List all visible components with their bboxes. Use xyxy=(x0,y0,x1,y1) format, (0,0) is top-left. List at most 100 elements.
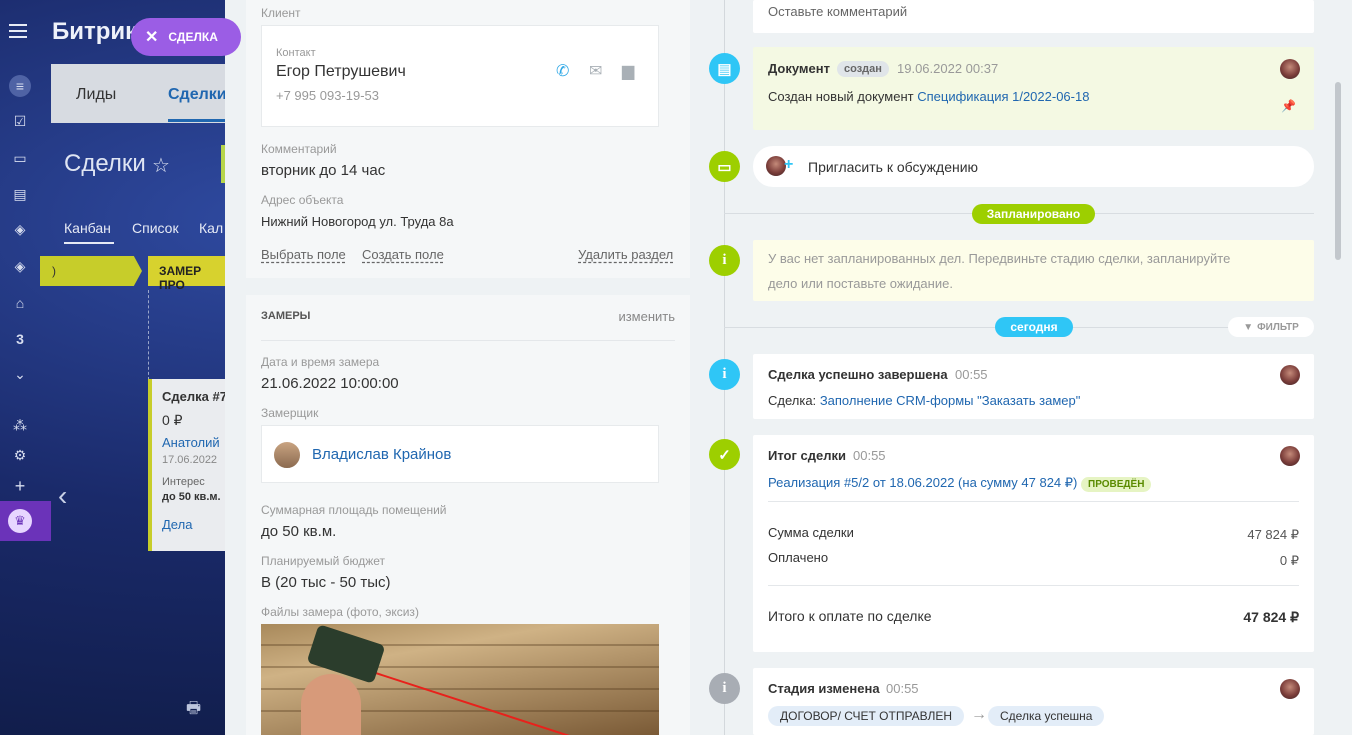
doc-badge: создан xyxy=(837,59,889,77)
planned-pill: Запланировано xyxy=(972,204,1095,224)
sum-value: 47 824 ₽ xyxy=(1247,527,1299,542)
invite-text[interactable]: Пригласить к обсуждению xyxy=(808,159,978,175)
kanban-card[interactable]: Сделка #7 0 ₽ Анатолий 17.06.2022 Интере… xyxy=(148,379,228,551)
phone-icon[interactable]: ✆ xyxy=(556,61,569,81)
delete-section-link[interactable]: Удалить раздел xyxy=(578,247,673,262)
deal-slider: Клиент Контакт Егор Петрушевич +7 995 09… xyxy=(225,0,1352,735)
scrollbar[interactable] xyxy=(1333,0,1345,735)
sum-label: Сумма сделки xyxy=(768,525,854,540)
view-list[interactable]: Список xyxy=(132,220,179,236)
datetime-value: 21.06.2022 10:00:00 xyxy=(261,375,399,392)
chat-icon[interactable]: ▭ xyxy=(9,147,31,169)
avatar[interactable] xyxy=(1280,365,1300,385)
avatar[interactable] xyxy=(1280,59,1300,79)
deal-chip[interactable]: ✕ СДЕЛКА xyxy=(131,18,241,56)
chevron-down-icon[interactable]: ⌄ xyxy=(9,363,31,385)
view-active-underline xyxy=(64,242,114,244)
view-calendar[interactable]: Кал xyxy=(199,220,223,236)
area-value: до 50 кв.м. xyxy=(261,523,337,540)
page-title: Сделки xyxy=(64,150,146,177)
message-icon[interactable]: ▆ xyxy=(622,61,634,81)
comment-placeholder[interactable]: Оставьте комментарий xyxy=(768,4,907,19)
comment-box[interactable]: Оставьте комментарий xyxy=(753,0,1314,33)
avatar[interactable] xyxy=(1280,679,1300,699)
done-title: Сделка успешно завершена xyxy=(768,367,948,382)
laser-device xyxy=(306,624,386,684)
crown-button[interactable]: ♛ xyxy=(0,501,51,541)
section-divider xyxy=(261,340,675,341)
card-title[interactable]: Сделка #7 xyxy=(162,389,228,404)
printer-icon[interactable]: 🖶 xyxy=(186,697,201,724)
kanban-stage-measure[interactable]: ЗАМЕР ПРО xyxy=(148,256,226,292)
menu-icon[interactable] xyxy=(9,24,27,38)
box-icon[interactable]: ◈ xyxy=(9,255,31,277)
comment-value: вторник до 14 час xyxy=(261,162,386,179)
measurer-card[interactable]: Владислав Крайнов xyxy=(261,425,659,483)
create-field-link[interactable]: Создать поле xyxy=(362,247,444,262)
card-sum: 0 ₽ xyxy=(162,412,183,428)
timeline-column: Оставьте комментарий ▤ Документ создан 1… xyxy=(708,0,1324,735)
tab-deals[interactable]: Сделки xyxy=(168,86,227,104)
arrow-right-icon: → xyxy=(971,706,987,723)
info-icon: i xyxy=(709,245,740,276)
budget-label: Планируемый бюджет xyxy=(261,554,386,568)
close-icon[interactable]: ✕ xyxy=(145,27,158,47)
doc-link[interactable]: Спецификация 1/2022-06-18 xyxy=(917,89,1089,104)
result-link[interactable]: Реализация #5/2 от 18.06.2022 (на сумму … xyxy=(768,475,1077,490)
nav-number[interactable]: 3 xyxy=(9,328,31,350)
building-icon[interactable]: ⌂ xyxy=(9,292,31,314)
contact-phone[interactable]: +7 995 093-19-53 xyxy=(276,88,379,103)
avatar xyxy=(766,156,786,176)
laser-line xyxy=(350,664,656,735)
measurement-photo[interactable] xyxy=(261,624,659,735)
today-pill: сегодня xyxy=(995,317,1073,337)
gear-icon[interactable]: ⚙ xyxy=(9,444,31,466)
tasks-icon[interactable]: ☑ xyxy=(9,110,31,132)
comment-icon: ▭ xyxy=(709,151,740,182)
mail-icon[interactable]: ✉ xyxy=(589,61,602,81)
filter-button[interactable]: ▼ ФИЛЬТР xyxy=(1228,317,1314,337)
files-label: Файлы замера (фото, эксиз) xyxy=(261,605,419,619)
client-section: Клиент Контакт Егор Петрушевич +7 995 09… xyxy=(246,0,690,278)
total-value: 47 824 ₽ xyxy=(1243,609,1299,625)
document-event: Документ создан 19.06.2022 00:37 Создан … xyxy=(753,47,1314,130)
divider xyxy=(768,585,1299,586)
total-label: Итого к оплате по сделке xyxy=(768,608,932,624)
view-kanban[interactable]: Канбан xyxy=(64,220,111,236)
chevron-left-icon[interactable]: ‹ xyxy=(58,480,67,512)
box-icon[interactable]: ◈ xyxy=(9,218,31,240)
card-contact[interactable]: Анатолий xyxy=(162,435,228,450)
invite-box[interactable]: + Пригласить к обсуждению xyxy=(753,146,1314,187)
plus-icon: + xyxy=(784,156,794,173)
doc-time: 19.06.2022 00:37 xyxy=(897,61,999,76)
contact-card-icon[interactable]: ▤ xyxy=(9,183,31,205)
info-icon: i xyxy=(709,359,740,390)
choose-field-link[interactable]: Выбрать поле xyxy=(261,247,346,262)
kanban-stage[interactable]: ) xyxy=(40,256,142,286)
pin-icon[interactable]: 📌 xyxy=(1281,99,1296,113)
area-label: Суммарная площадь помещений xyxy=(261,503,447,517)
star-icon[interactable]: ☆ xyxy=(152,153,170,178)
zamery-edit-link[interactable]: изменить xyxy=(618,309,675,324)
result-badge: ПРОВЕДЁН xyxy=(1081,477,1152,492)
deal-result-event: Итог сделки 00:55 Реализация #5/2 от 18.… xyxy=(753,435,1314,652)
left-nav: ≡ ☑ ▭ ▤ ◈ ◈ ⌂ 3 ⌄ ⁂ ⚙ + xyxy=(0,0,40,735)
filter-icon: ▼ xyxy=(1243,321,1254,333)
card-tasks[interactable]: Дела xyxy=(162,517,228,532)
avatar xyxy=(272,440,302,470)
address-value: Нижний Новогород ул. Труда 8а xyxy=(261,214,454,229)
left-column: Клиент Контакт Егор Петрушевич +7 995 09… xyxy=(246,0,690,735)
plus-icon[interactable]: + xyxy=(9,475,31,497)
filter-icon[interactable]: ≡ xyxy=(9,75,31,97)
avatar[interactable] xyxy=(1280,446,1300,466)
sitemap-icon[interactable]: ⁂ xyxy=(9,414,31,436)
contact-name[interactable]: Егор Петрушевич xyxy=(276,63,406,81)
scrollbar-thumb[interactable] xyxy=(1335,82,1341,260)
stage-from: ДОГОВОР/ СЧЕТ ОТПРАВЛЕН xyxy=(768,706,965,726)
result-line: Реализация #5/2 от 18.06.2022 (на сумму … xyxy=(768,475,1152,492)
tab-leads[interactable]: Лиды xyxy=(76,86,116,104)
done-link[interactable]: Заполнение CRM-формы "Заказать замер" xyxy=(820,393,1081,408)
measurer-name[interactable]: Владислав Крайнов xyxy=(312,446,451,463)
doc-title: Документ xyxy=(768,61,830,76)
empty-text-2: дело или поставьте ожидание. xyxy=(768,276,953,291)
